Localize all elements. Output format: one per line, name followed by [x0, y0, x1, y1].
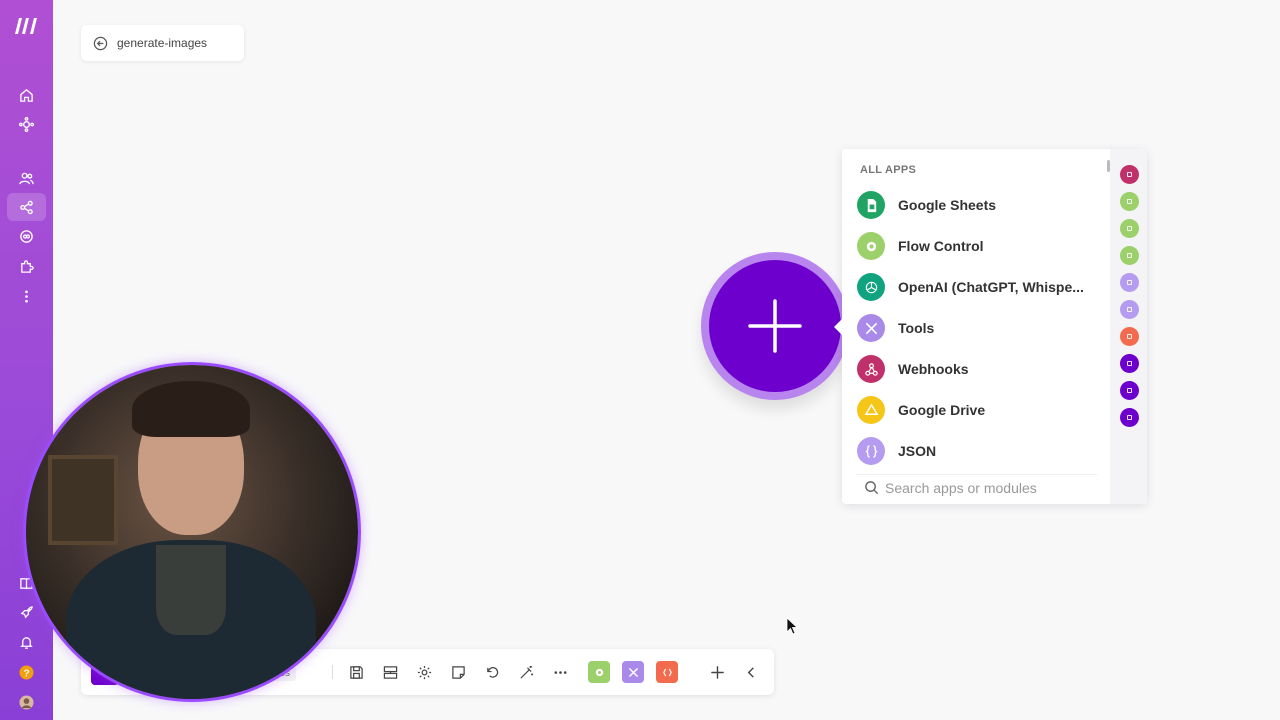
svg-text:?: ? — [23, 668, 29, 679]
app-item-webhooks[interactable]: Webhooks — [857, 354, 969, 384]
app-name: Google Drive — [898, 402, 986, 418]
align-icon — [383, 665, 397, 679]
ai-assist-button[interactable] — [515, 661, 537, 683]
toolbar-divider — [332, 665, 333, 679]
make-logo-icon[interactable] — [13, 14, 41, 36]
app-item-tools[interactable]: Tools — [857, 313, 934, 343]
gear-icon — [595, 668, 603, 676]
share-nodes-icon — [20, 200, 33, 214]
presenter-hair — [132, 381, 250, 437]
chevron-left-icon — [747, 666, 754, 678]
auto-align-button[interactable] — [379, 661, 401, 683]
webhook-icon — [857, 355, 885, 383]
gear-icon — [857, 232, 885, 260]
users-icon — [19, 172, 34, 184]
tools-shortcut[interactable] — [622, 661, 644, 683]
undo-button[interactable] — [481, 661, 503, 683]
sidebar-item-more[interactable] — [7, 282, 46, 310]
rail-app-icon[interactable] — [1120, 381, 1139, 400]
save-icon — [349, 665, 363, 679]
note-icon — [451, 665, 465, 679]
sidebar-item-apps[interactable] — [7, 252, 46, 280]
back-arrow-icon[interactable] — [93, 36, 108, 51]
more-vertical-icon — [25, 290, 28, 302]
rail-app-icon[interactable] — [1120, 327, 1139, 346]
left-sidebar: ? — [0, 0, 53, 720]
app-item-json[interactable]: JSON — [857, 436, 936, 466]
app-name: Google Sheets — [898, 197, 997, 213]
link-circle-icon — [20, 229, 33, 243]
webcam-overlay — [26, 365, 358, 699]
add-button[interactable] — [706, 661, 728, 683]
json-icon — [857, 437, 885, 465]
rail-app-icon[interactable] — [1120, 219, 1139, 238]
drive-icon — [857, 396, 885, 424]
presenter-shirt — [156, 545, 226, 635]
rail-app-icon[interactable] — [1120, 192, 1139, 211]
rail-app-icon[interactable] — [1120, 165, 1139, 184]
sheet-icon — [857, 191, 885, 219]
plus-icon — [710, 665, 724, 679]
add-module-button[interactable] — [709, 260, 841, 392]
home-icon — [20, 88, 33, 102]
rail-app-icon[interactable] — [1120, 246, 1139, 265]
app-rail — [1110, 149, 1147, 504]
notes-button[interactable] — [447, 661, 469, 683]
rail-app-icon[interactable] — [1120, 354, 1139, 373]
undo-icon — [486, 666, 498, 678]
plus-icon — [748, 299, 802, 353]
app-list[interactable]: ALL APPS Google Sheets Flow Control Open… — [842, 149, 1110, 469]
app-item-google-drive[interactable]: Google Drive — [857, 395, 985, 425]
scenario-name: generate-images — [117, 36, 208, 50]
app-search-box[interactable] — [856, 474, 1097, 500]
question-icon: ? — [19, 664, 34, 680]
app-name: Tools — [898, 320, 935, 336]
tools-icon — [628, 667, 638, 677]
sidebar-item-home[interactable] — [7, 81, 46, 109]
sidebar-item-profile[interactable] — [7, 688, 46, 716]
section-label: ALL APPS — [860, 164, 917, 176]
search-input[interactable] — [885, 479, 1085, 496]
text-parser-shortcut[interactable] — [656, 661, 678, 683]
collapse-toolbar-button[interactable] — [740, 661, 762, 683]
sidebar-item-help[interactable]: ? — [7, 658, 46, 686]
scenario-name-chip[interactable]: generate-images — [81, 25, 244, 61]
app-item-flow-control[interactable]: Flow Control — [857, 231, 984, 261]
sidebar-item-whats-new[interactable] — [7, 598, 46, 626]
background-frame — [48, 455, 118, 545]
gear-icon — [417, 665, 431, 679]
puzzle-icon — [21, 259, 34, 273]
app-name: OpenAI (ChatGPT, Whispe... — [898, 279, 1084, 295]
more-options-button[interactable] — [549, 661, 571, 683]
rail-app-icon[interactable] — [1120, 408, 1139, 427]
sidebar-item-team[interactable] — [7, 164, 46, 192]
app-name: JSON — [898, 443, 937, 459]
sidebar-item-notifications[interactable] — [7, 628, 46, 656]
more-horizontal-icon — [554, 670, 566, 674]
rail-app-icon[interactable] — [1120, 300, 1139, 319]
sidebar-item-scenarios[interactable] — [7, 193, 46, 221]
sidebar-item-connections[interactable] — [7, 222, 46, 250]
sidebar-item-templates[interactable] — [7, 110, 46, 138]
app-item-openai[interactable]: OpenAI (ChatGPT, Whispe... — [857, 272, 1084, 302]
avatar-icon — [19, 694, 34, 710]
search-icon — [865, 481, 879, 495]
nodes-icon — [19, 116, 34, 132]
app-name: Flow Control — [898, 238, 984, 254]
app-name: Webhooks — [898, 361, 969, 377]
openai-icon — [857, 273, 885, 301]
brackets-icon — [662, 668, 672, 676]
mouse-cursor-icon — [786, 617, 798, 635]
app-picker-panel: ALL APPS Google Sheets Flow Control Open… — [834, 149, 1147, 504]
save-button[interactable] — [345, 661, 367, 683]
tools-icon — [857, 314, 885, 342]
bell-icon — [20, 636, 33, 649]
magic-wand-icon — [519, 665, 533, 679]
rail-app-icon[interactable] — [1120, 273, 1139, 292]
flow-control-shortcut[interactable] — [588, 661, 610, 683]
app-item-google-sheets[interactable]: Google Sheets — [857, 190, 996, 220]
scenario-settings-button[interactable] — [413, 661, 435, 683]
rocket-icon — [20, 605, 33, 618]
